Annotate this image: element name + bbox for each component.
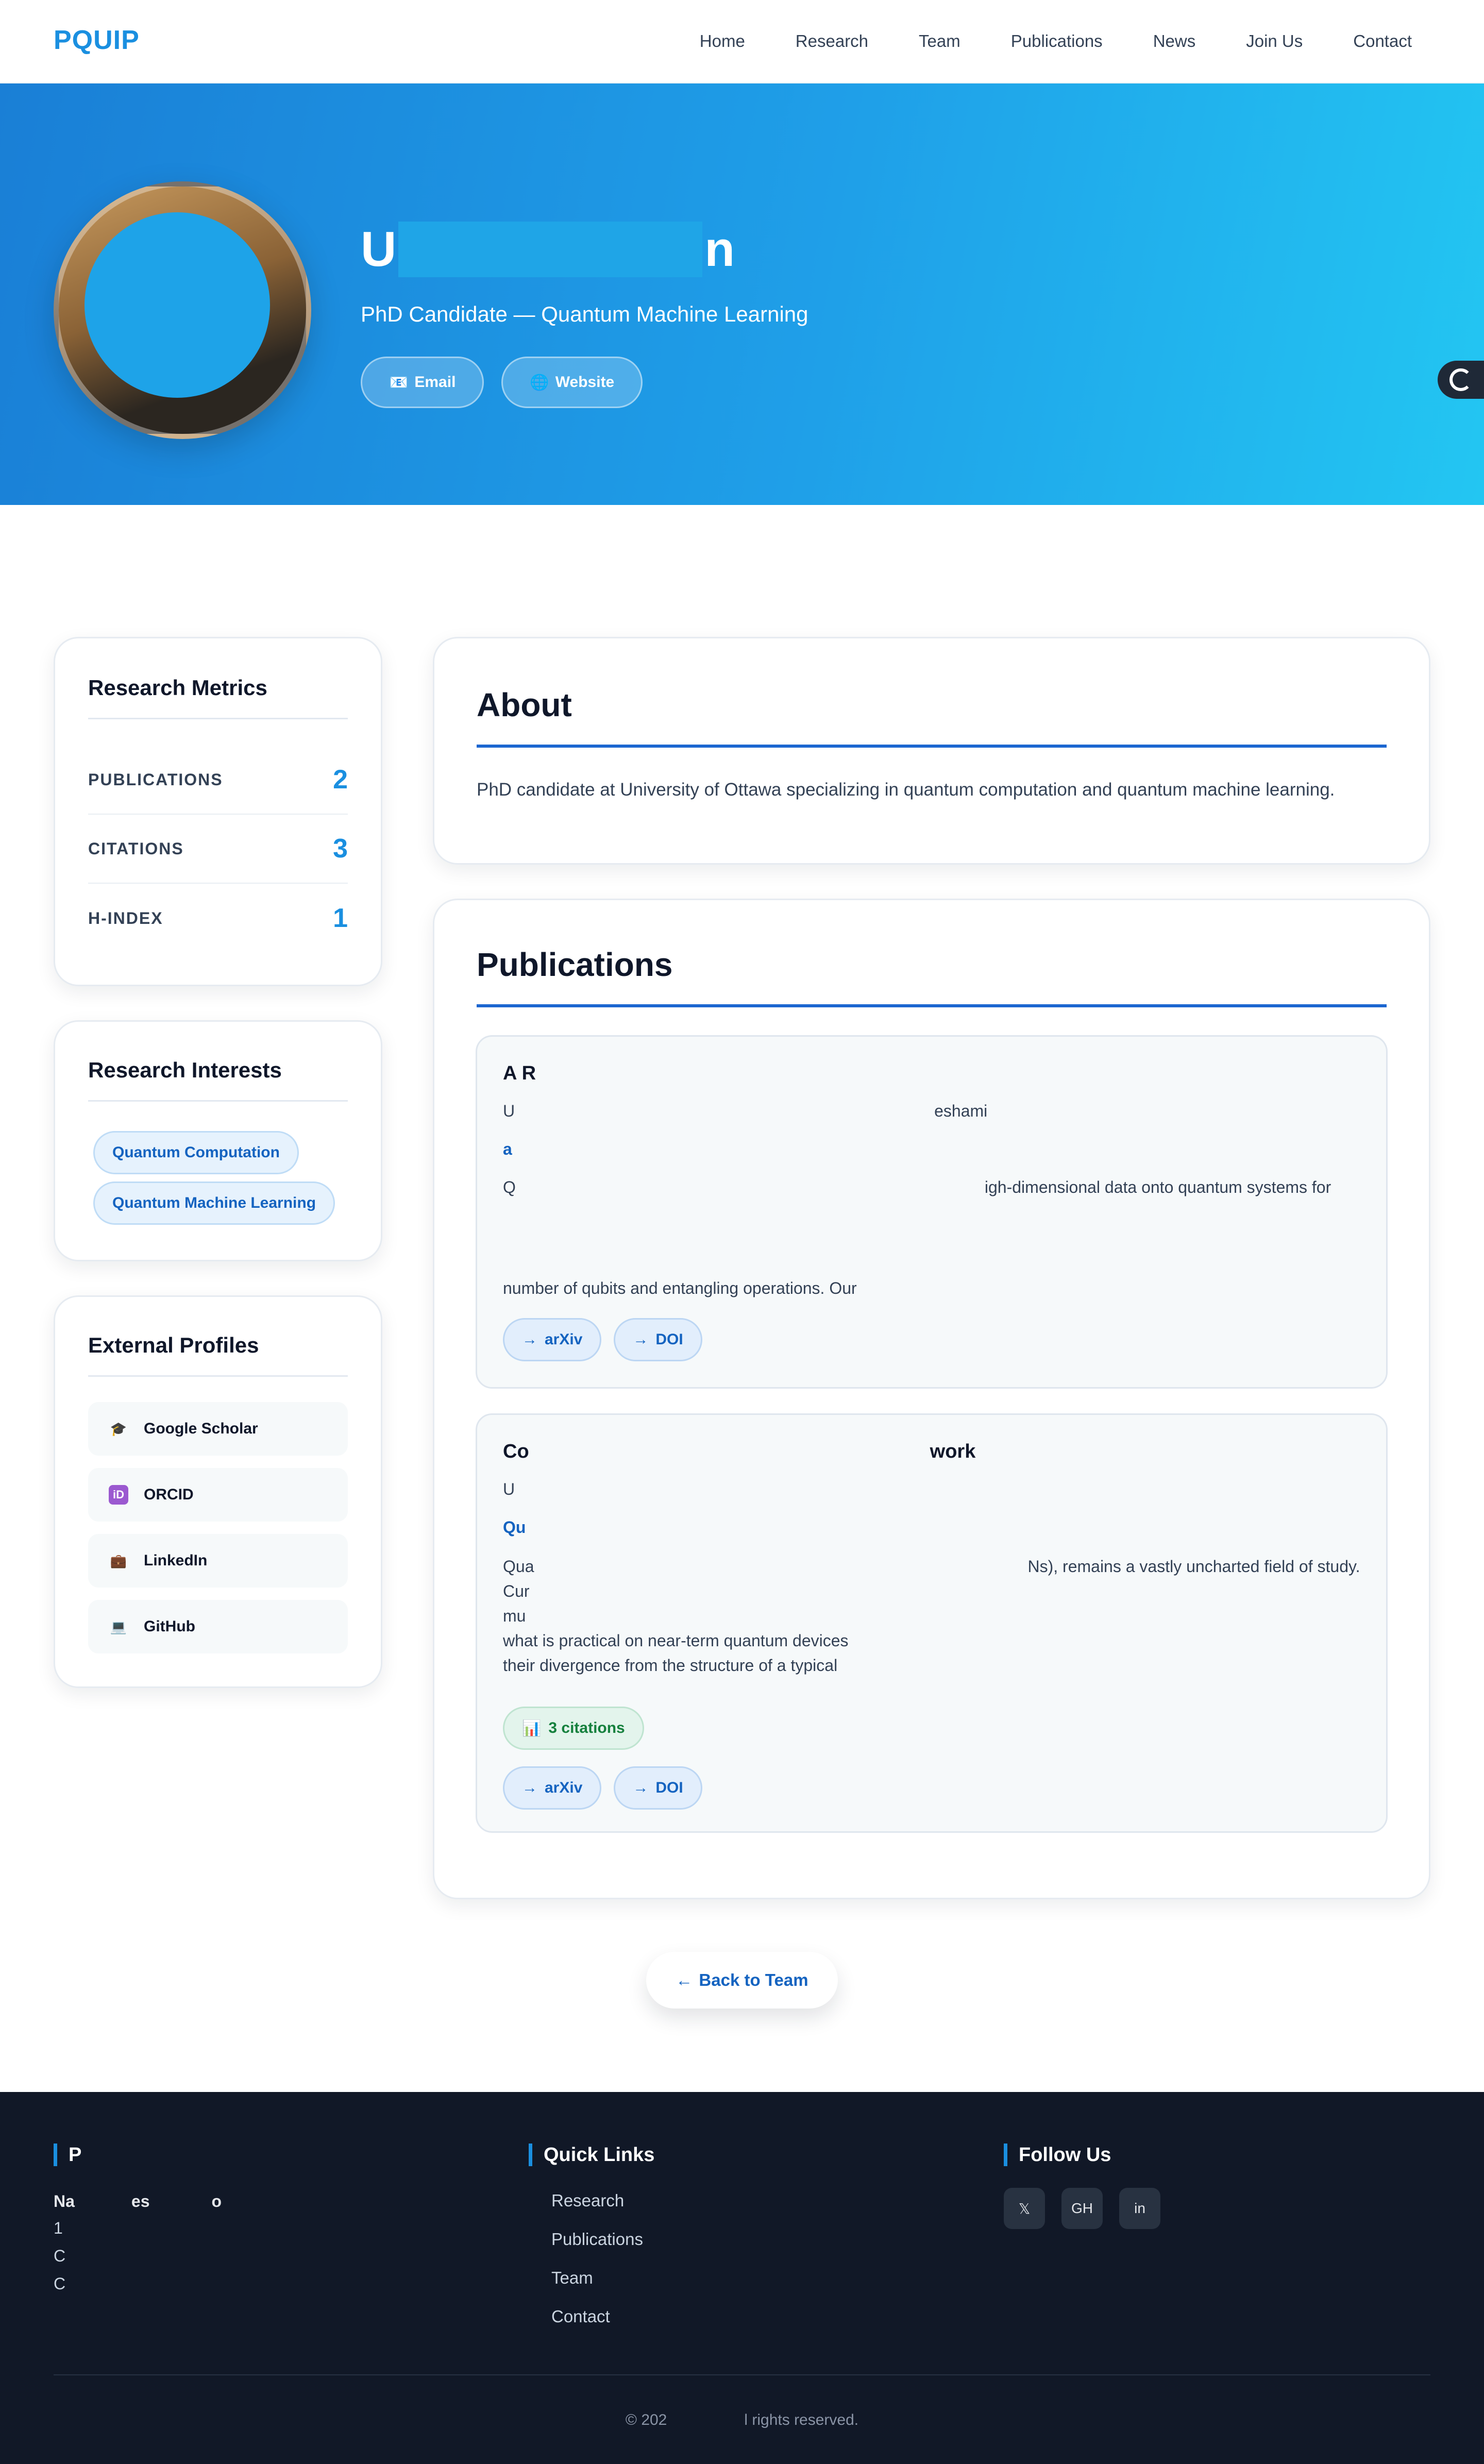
- arxiv-link[interactable]: → arXiv: [503, 1766, 602, 1810]
- doi-link[interactable]: → DOI: [614, 1318, 702, 1361]
- publication-authors: Ueshami: [503, 1102, 988, 1120]
- nav-links: Home Research Team Publications News Joi…: [649, 0, 1412, 82]
- site-footer: [0, 2092, 1484, 2464]
- divider: [88, 1375, 348, 1377]
- metric-h-index: H-INDEX 1: [88, 903, 348, 933]
- footer-follow-title: Follow Us: [1004, 2144, 1111, 2166]
- x-social-icon[interactable]: 𝕏: [1004, 2188, 1045, 2229]
- publication-abstract: Qua Ns), remains a vastly uncharted field…: [503, 1557, 1360, 1576]
- name-redaction: [398, 222, 703, 277]
- footer-address-line: C: [54, 2274, 66, 2293]
- publication-links: → arXiv → DOI: [503, 1318, 702, 1361]
- avatar: [54, 181, 311, 439]
- nav-link-contact[interactable]: Contact: [1353, 31, 1412, 51]
- title-underline: [477, 1004, 1387, 1007]
- member-name: Un: [361, 222, 735, 277]
- arrow-right-icon: →: [522, 1779, 537, 1796]
- footer-link-contact[interactable]: Contact: [551, 2307, 610, 2326]
- publication-abstract-line: what is practical on near-term quantum d…: [503, 1631, 849, 1650]
- publication-abstract-line: Cur: [503, 1582, 530, 1600]
- divider: [88, 718, 348, 719]
- member-role: PhD Candidate — Quantum Machine Learning: [361, 302, 808, 326]
- interest-tag[interactable]: Quantum Machine Learning: [93, 1182, 335, 1225]
- interest-tag[interactable]: Quantum Computation: [93, 1131, 299, 1174]
- back-to-team-button[interactable]: ← Back to Team: [646, 1952, 838, 2009]
- arxiv-link[interactable]: → arXiv: [503, 1318, 602, 1361]
- nav-link-join-us[interactable]: Join Us: [1246, 31, 1303, 51]
- profile-hero: Un PhD Candidate — Quantum Machine Learn…: [0, 83, 1484, 505]
- metrics-title: Research Metrics: [88, 676, 267, 700]
- nav-link-team[interactable]: Team: [919, 31, 960, 51]
- about-title: About: [477, 686, 572, 723]
- publication-title[interactable]: A R: [503, 1062, 536, 1085]
- email-button[interactable]: 📧 Email: [361, 357, 484, 408]
- research-interests-card: Research Interests Quantum Computation Q…: [54, 1020, 382, 1261]
- nav-link-home[interactable]: Home: [700, 31, 745, 51]
- bar-chart-icon: 📊: [522, 1719, 542, 1737]
- publications-card: Publications A R Ueshami a Qigh-dimensio…: [433, 899, 1430, 1899]
- graduation-cap-icon: 🎓: [110, 1421, 127, 1437]
- website-button[interactable]: 🌐 Website: [501, 357, 643, 408]
- publication-abstract-line: number of qubits and entangling operatio…: [503, 1279, 857, 1297]
- linkedin-social-icon[interactable]: in: [1119, 2188, 1160, 2229]
- footer-divider: [54, 2374, 1430, 2375]
- arrow-left-icon: ←: [676, 1970, 693, 1989]
- footer-link-publications[interactable]: Publications: [551, 2230, 643, 2249]
- research-metrics-card: Research Metrics PUBLICATIONS 2 CITATION…: [54, 637, 382, 986]
- hero-actions: 📧 Email 🌐 Website: [361, 357, 643, 408]
- interests-title: Research Interests: [88, 1058, 282, 1082]
- profile-link-github[interactable]: 💻 GitHub: [88, 1600, 348, 1653]
- footer-address-line: C: [54, 2247, 66, 2265]
- arrow-right-icon: →: [633, 1331, 649, 1348]
- nav-link-research[interactable]: Research: [796, 31, 868, 51]
- title-underline: [477, 745, 1387, 748]
- profile-link-orcid[interactable]: iD ORCID: [88, 1468, 348, 1522]
- profile-link-linkedin[interactable]: 💼 LinkedIn: [88, 1534, 348, 1588]
- profiles-title: External Profiles: [88, 1333, 259, 1357]
- arrow-right-icon: →: [633, 1779, 649, 1796]
- nav-link-news[interactable]: News: [1153, 31, 1196, 51]
- site-logo[interactable]: PQUIP: [54, 25, 140, 56]
- publication-item: A R Ueshami a Qigh-dimensional data onto…: [476, 1035, 1388, 1389]
- publication-authors: U: [503, 1480, 515, 1498]
- briefcase-icon: 💼: [110, 1552, 127, 1568]
- orcid-icon: iD: [109, 1485, 128, 1505]
- divider: [88, 1100, 348, 1102]
- publication-links: → arXiv → DOI: [503, 1766, 702, 1810]
- publication-venue: a: [503, 1140, 512, 1158]
- about-text: PhD candidate at University of Ottawa sp…: [477, 780, 1335, 800]
- copyright-text: © 202 l rights reserved.: [625, 2411, 859, 2428]
- avatar-redaction: [85, 212, 270, 398]
- citations-badge: 📊 3 citations: [503, 1707, 644, 1750]
- footer-address-line: Na es o: [54, 2192, 222, 2210]
- doi-link[interactable]: → DOI: [614, 1766, 702, 1810]
- footer-about-title: P: [54, 2144, 81, 2166]
- nav-link-publications[interactable]: Publications: [1011, 31, 1103, 51]
- publication-abstract-line: mu: [503, 1607, 526, 1625]
- profile-link-google-scholar[interactable]: 🎓 Google Scholar: [88, 1402, 348, 1456]
- publication-venue: Qu: [503, 1518, 526, 1537]
- laptop-icon: 💻: [110, 1618, 127, 1634]
- floating-widget-button[interactable]: [1438, 361, 1484, 399]
- footer-link-team[interactable]: Team: [551, 2268, 593, 2288]
- footer-address-line: 1: [54, 2219, 63, 2237]
- globe-icon: 🌐: [530, 374, 549, 391]
- publication-title[interactable]: Co work: [503, 1441, 975, 1463]
- email-icon: 📧: [389, 374, 409, 391]
- metric-publications: PUBLICATIONS 2: [88, 746, 348, 815]
- footer-link-research[interactable]: Research: [551, 2191, 624, 2210]
- publications-title: Publications: [477, 946, 673, 983]
- about-card: About PhD candidate at University of Ott…: [433, 637, 1430, 865]
- github-social-icon[interactable]: GH: [1061, 2188, 1103, 2229]
- publication-abstract: Qigh-dimensional data onto quantum syste…: [503, 1178, 1331, 1196]
- arrow-right-icon: →: [522, 1331, 537, 1348]
- metric-citations: CITATIONS 3: [88, 815, 348, 884]
- top-navbar: PQUIP Home Research Team Publications Ne…: [0, 0, 1484, 83]
- spiral-icon: [1449, 368, 1472, 391]
- footer-quick-links-title: Quick Links: [529, 2144, 654, 2166]
- publication-abstract-line: their divergence from the structure of a…: [503, 1656, 838, 1675]
- external-profiles-card: External Profiles 🎓 Google Scholar iD OR…: [54, 1295, 382, 1688]
- publication-item: Co work U Qu Qua Ns), remains a vastly unc…: [476, 1413, 1388, 1833]
